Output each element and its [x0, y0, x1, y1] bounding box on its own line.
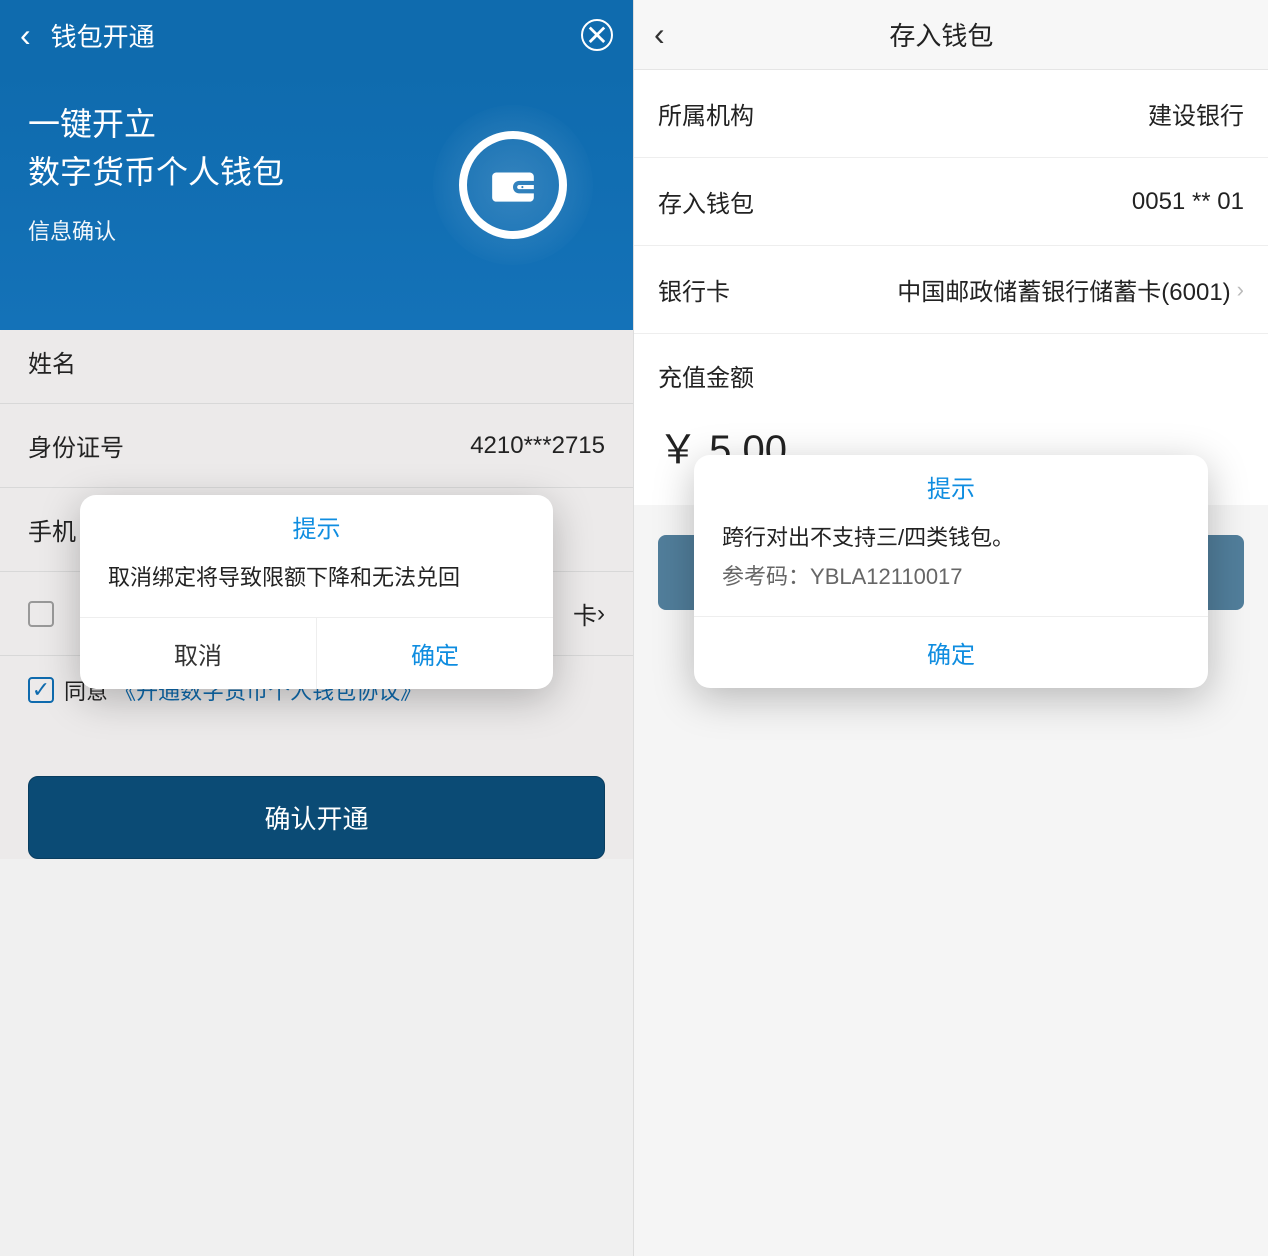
- alert-body-line1: 跨行对出不支持三/四类钱包。: [722, 520, 1180, 555]
- cancel-button[interactable]: 取消: [80, 618, 317, 689]
- alert-title: 提示: [694, 455, 1208, 516]
- screen-deposit-wallet: ‹ 存入钱包 所属机构 建设银行 存入钱包 0051 ** 01 银行卡 中国邮…: [634, 0, 1268, 1256]
- name-label: 姓名: [28, 344, 605, 379]
- ok-button[interactable]: 确定: [317, 618, 553, 689]
- hero: 一键开立 数字货币个人钱包 信息确认: [0, 70, 633, 330]
- id-value: 4210***2715: [470, 432, 605, 460]
- alert-body: 取消绑定将导致限额下降和无法兑回: [80, 556, 553, 617]
- bindcard-suffix: 卡: [573, 596, 597, 631]
- org-label: 所属机构: [658, 96, 754, 131]
- chevron-right-icon: ›: [597, 600, 605, 628]
- row-id[interactable]: 身份证号 4210***2715: [0, 404, 633, 488]
- alert-body: 跨行对出不支持三/四类钱包。 参考码：YBLA12110017: [694, 516, 1208, 616]
- header: ‹ 钱包开通 ✕: [0, 0, 633, 70]
- alert-buttons: 取消 确定: [80, 617, 553, 689]
- page-title: 存入钱包: [635, 16, 1248, 53]
- submit-button[interactable]: 确认开通: [28, 776, 605, 859]
- card-value: 中国邮政储蓄银行储蓄卡(6001): [730, 272, 1231, 307]
- close-icon[interactable]: ✕: [581, 19, 613, 51]
- chevron-right-icon: ›: [1237, 277, 1244, 303]
- page-title: 钱包开通: [51, 17, 581, 54]
- row-card[interactable]: 银行卡 中国邮政储蓄银行储蓄卡(6001) ›: [634, 246, 1268, 334]
- wallet-value: 0051 ** 01: [754, 188, 1244, 216]
- refcode-label: 参考码：: [722, 564, 810, 589]
- row-org: 所属机构 建设银行: [634, 70, 1268, 158]
- amount-label: 充值金额: [634, 334, 1268, 405]
- header: ‹ 存入钱包: [634, 0, 1268, 70]
- alert-dialog: 提示 取消绑定将导致限额下降和无法兑回 取消 确定: [80, 495, 553, 689]
- alert-dialog: 提示 跨行对出不支持三/四类钱包。 参考码：YBLA12110017 确定: [694, 455, 1208, 688]
- alert-title: 提示: [80, 495, 553, 556]
- back-icon[interactable]: ‹: [20, 17, 31, 54]
- id-label: 身份证号: [28, 428, 470, 463]
- org-value: 建设银行: [754, 96, 1244, 131]
- row-name[interactable]: 姓名: [0, 320, 633, 404]
- checkbox-checked-icon[interactable]: ✓: [28, 677, 54, 703]
- alert-buttons: 确定: [694, 616, 1208, 688]
- card-label: 银行卡: [658, 272, 730, 307]
- refcode-value: YBLA12110017: [810, 564, 963, 589]
- ok-button[interactable]: 确定: [694, 617, 1208, 688]
- checkbox-icon[interactable]: [28, 601, 54, 627]
- screen-open-wallet: ‹ 钱包开通 ✕ 一键开立 数字货币个人钱包 信息确认 姓名 身份证号 4210…: [0, 0, 634, 1256]
- wallet-label: 存入钱包: [658, 184, 754, 219]
- wallet-icon: [433, 105, 593, 265]
- alert-body-line2: 参考码：YBLA12110017: [722, 559, 1180, 594]
- row-wallet[interactable]: 存入钱包 0051 ** 01: [634, 158, 1268, 246]
